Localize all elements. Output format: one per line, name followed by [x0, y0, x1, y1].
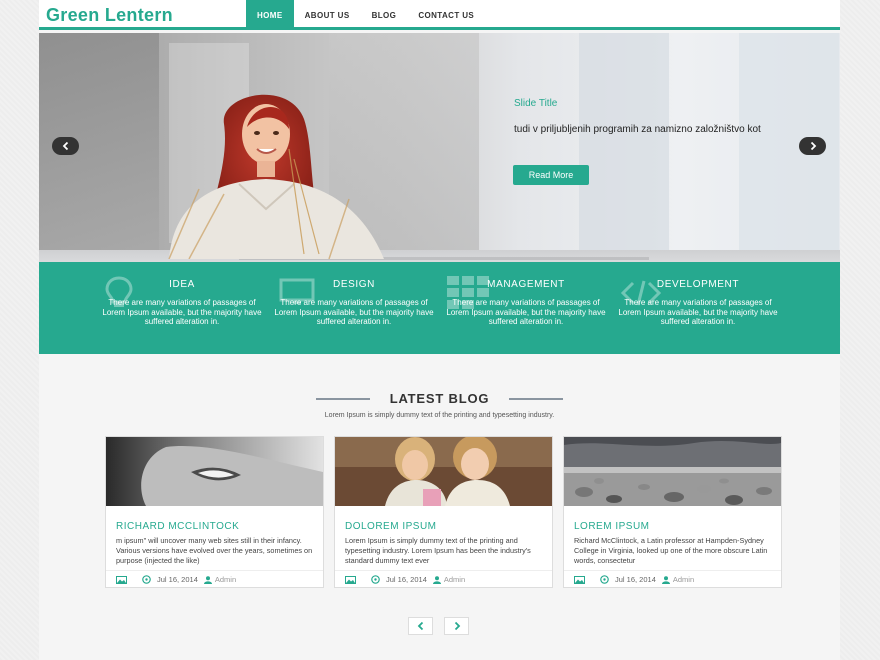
features-band: IDEA There are many variations of passag…	[39, 262, 840, 354]
feature-idea: IDEA There are many variations of passag…	[97, 262, 267, 354]
post-author[interactable]: Admin	[444, 575, 465, 584]
blog-card-image[interactable]	[335, 437, 552, 506]
image-icon	[574, 575, 585, 584]
image-icon	[345, 575, 356, 584]
blog-card-title[interactable]: LOREM IPSUM	[574, 521, 650, 532]
post-date: Jul 16, 2014	[386, 575, 427, 584]
user-icon	[661, 575, 670, 584]
blog-card-meta: Jul 16, 2014 Admin	[106, 570, 323, 588]
nav-item-contact-us[interactable]: CONTACT US	[407, 0, 485, 30]
blog-card[interactable]: RICHARD MCCLINTOCK m ipsum" will uncover…	[105, 436, 324, 588]
clock-icon	[371, 575, 380, 584]
blog-card-title[interactable]: DOLOREM IPSUM	[345, 521, 437, 532]
feature-title: MANAGEMENT	[487, 279, 565, 290]
clock-icon	[142, 575, 151, 584]
blog-card-image[interactable]	[106, 437, 323, 506]
blog-card-excerpt: Lorem Ipsum is simply dummy text of the …	[345, 536, 531, 565]
feature-title: DEVELOPMENT	[656, 279, 740, 290]
slide-photo-woman	[168, 94, 384, 259]
chevron-left-icon	[417, 621, 423, 631]
section-subtitle: Lorem Ipsum is simply dummy text of the …	[324, 412, 555, 419]
feature-design: DESIGN There are many variations of pass…	[269, 262, 439, 354]
clock-icon	[600, 575, 609, 584]
main-nav: HOME ABOUT US BLOG CONTACT US	[246, 0, 485, 30]
blog-card-title[interactable]: RICHARD MCCLINTOCK	[116, 521, 239, 532]
user-icon	[203, 575, 212, 584]
slider-next-button[interactable]	[799, 137, 826, 155]
post-author[interactable]: Admin	[673, 575, 694, 584]
feature-text: There are many variations of passages of…	[102, 298, 262, 326]
section-title: LATEST BLOG	[389, 391, 490, 406]
post-date: Jul 16, 2014	[157, 575, 198, 584]
feature-title: IDEA	[169, 279, 195, 290]
site-header: Green Lentern HOME ABOUT US BLOG CONTACT…	[39, 0, 840, 30]
read-more-button[interactable]: Read More	[513, 165, 589, 185]
chevron-left-icon	[62, 141, 68, 151]
blog-card-excerpt: m ipsum" will uncover many web sites sti…	[116, 536, 313, 565]
slider-prev-button[interactable]	[52, 137, 79, 155]
blog-card[interactable]: LOREM IPSUM Richard McClintock, a Latin …	[563, 436, 782, 588]
hero-slider: Slide Title tudi v priljubljenih program…	[39, 33, 840, 262]
nav-item-blog[interactable]: BLOG	[361, 0, 408, 30]
blog-next-button[interactable]	[444, 617, 469, 635]
feature-text: There are many variations of passages of…	[274, 298, 434, 326]
feature-title: DESIGN	[333, 279, 375, 290]
feature-text: There are many variations of passages of…	[618, 298, 778, 326]
feature-management: MANAGEMENT There are many variations of …	[441, 262, 611, 354]
page: Green Lentern HOME ABOUT US BLOG CONTACT…	[39, 0, 840, 660]
post-date: Jul 16, 2014	[615, 575, 656, 584]
background-building	[579, 33, 669, 262]
blog-card-meta: Jul 16, 2014 Admin	[335, 570, 552, 588]
image-icon	[116, 575, 127, 584]
nav-item-about-us[interactable]: ABOUT US	[294, 0, 361, 30]
blog-card[interactable]: DOLOREM IPSUM Lorem Ipsum is simply dumm…	[334, 436, 553, 588]
slide-title: Slide Title	[514, 98, 558, 109]
slide-text: tudi v priljubljenih programih za namizn…	[514, 124, 761, 135]
post-author[interactable]: Admin	[215, 575, 236, 584]
blog-card-image[interactable]	[564, 437, 781, 506]
feature-development: DEVELOPMENT There are many variations of…	[613, 262, 783, 354]
nav-item-home[interactable]: HOME	[246, 0, 294, 30]
chevron-right-icon	[454, 621, 460, 631]
blog-prev-button[interactable]	[408, 617, 433, 635]
site-logo[interactable]: Green Lentern	[46, 5, 173, 26]
feature-text: There are many variations of passages of…	[446, 298, 606, 326]
user-icon	[432, 575, 441, 584]
blog-card-meta: Jul 16, 2014 Admin	[564, 570, 781, 588]
chevron-right-icon	[810, 141, 816, 151]
blog-card-excerpt: Richard McClintock, a Latin professor at…	[574, 536, 768, 565]
